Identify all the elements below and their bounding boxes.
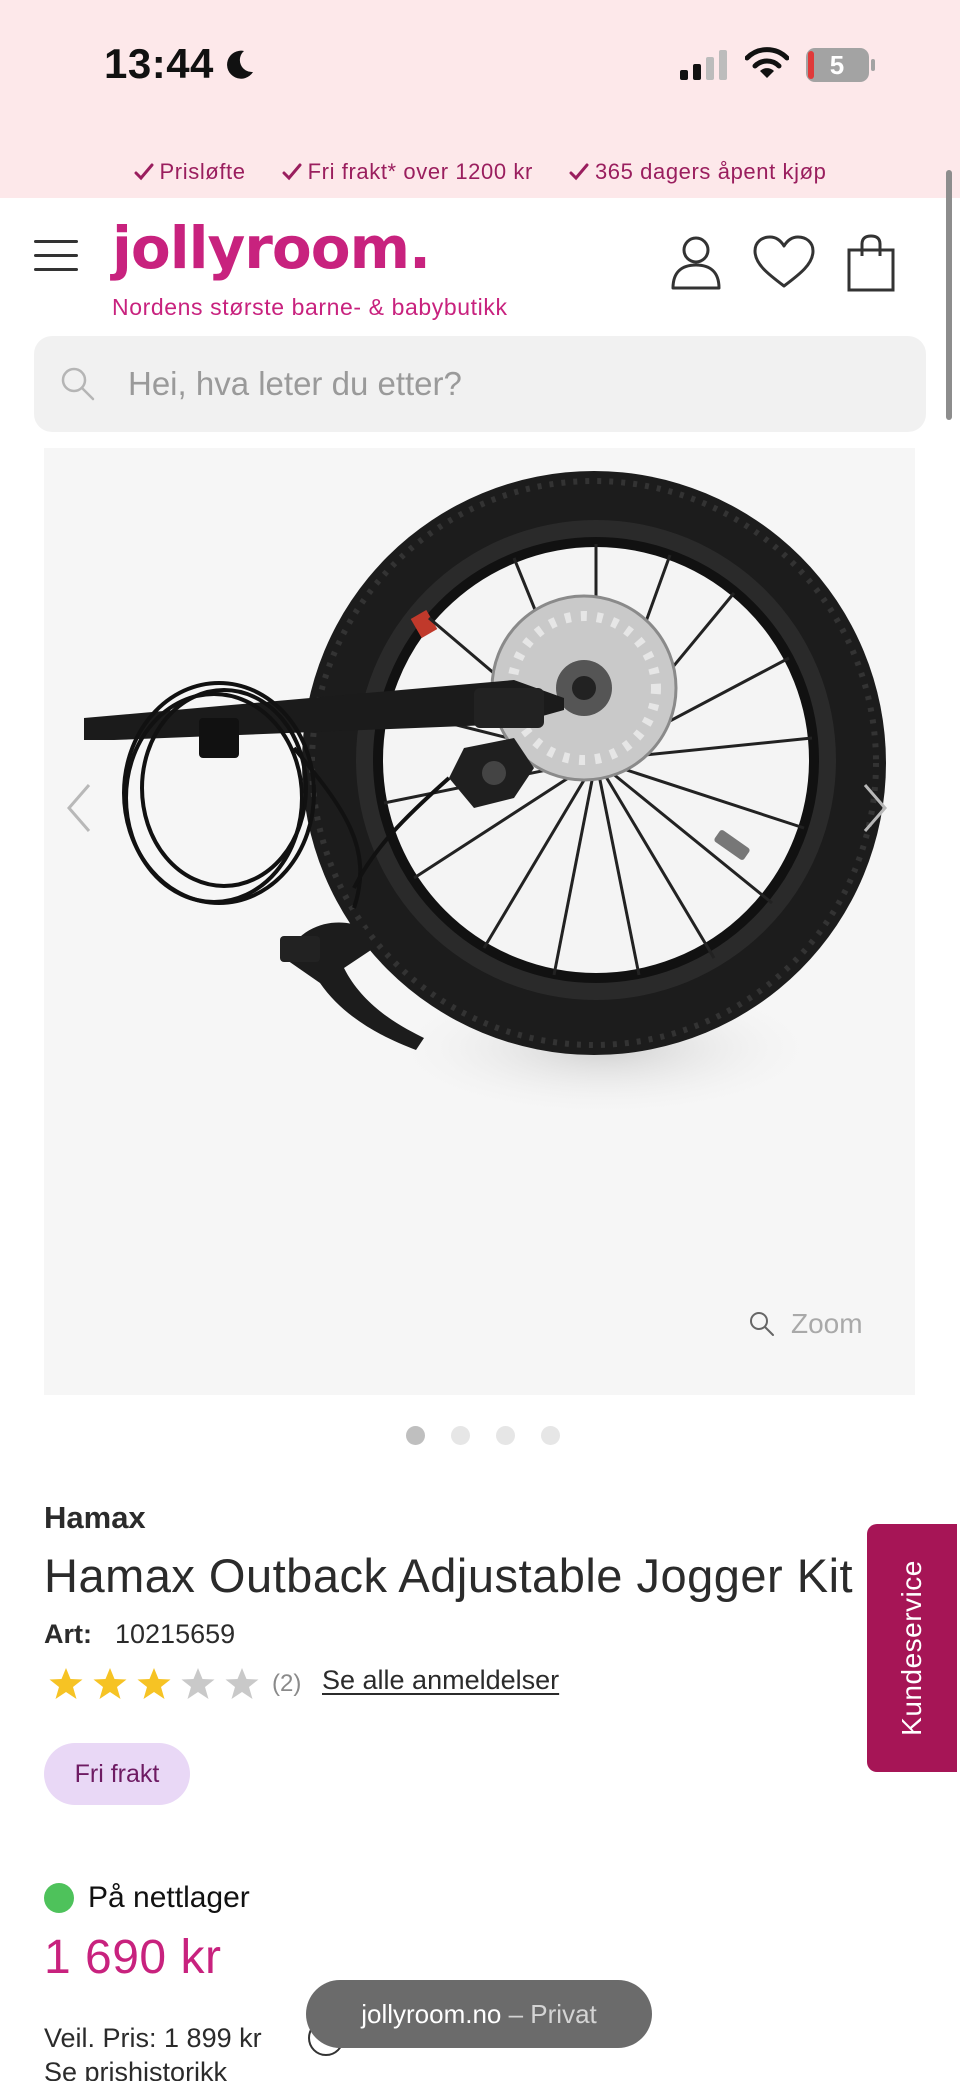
stock-status: På nettlager xyxy=(88,1881,250,1914)
usp-item: Fri frakt* over 1200 kr xyxy=(282,159,533,185)
usp-item: Prisløfte xyxy=(134,159,246,185)
article-number: 10215659 xyxy=(115,1619,236,1649)
star-empty-icon xyxy=(181,1668,215,1699)
product-title: Hamax Outback Adjustable Jogger Kit xyxy=(44,1549,854,1602)
zoom-icon xyxy=(750,1312,774,1336)
site-tagline: Nordens største barne- & babybutikk xyxy=(112,294,508,320)
status-bar: 13:44 5 xyxy=(0,0,960,145)
product-brand[interactable]: Hamax xyxy=(44,1500,146,1536)
usp-label: Fri frakt* over 1200 kr xyxy=(307,158,533,184)
product-price: 1 690 kr xyxy=(44,1931,222,1984)
prev-image-arrow[interactable] xyxy=(66,783,92,833)
browsing-mode: – Privat xyxy=(501,1999,597,2029)
product-image[interactable] xyxy=(44,448,915,1395)
star-filled-icon xyxy=(137,1668,171,1699)
page-scrollbar[interactable] xyxy=(946,170,952,420)
gallery-dot[interactable] xyxy=(541,1426,560,1445)
wifi-icon xyxy=(745,47,789,78)
article-label: Art: xyxy=(44,1619,92,1649)
usp-item: 365 dagers åpent kjøp xyxy=(569,159,827,185)
bag-icon[interactable] xyxy=(846,234,896,292)
gallery-dot[interactable] xyxy=(451,1426,470,1445)
signal-icon xyxy=(680,50,727,80)
usp-strip: Prisløfte Fri frakt* over 1200 kr 365 da… xyxy=(0,145,960,198)
review-count: (2) xyxy=(272,1670,302,1697)
free-shipping-badge: Fri frakt xyxy=(44,1743,190,1805)
url-domain: jollyroom.no xyxy=(361,1999,502,2029)
status-time: 13:44 xyxy=(104,40,214,87)
gallery-dot[interactable] xyxy=(406,1426,425,1445)
heart-icon[interactable] xyxy=(752,234,816,290)
zoom-label: Zoom xyxy=(791,1308,863,1339)
battery-level: 5 xyxy=(829,50,845,80)
price-history-link[interactable]: Se prishistorikk xyxy=(44,2057,227,2081)
gallery-dot[interactable] xyxy=(496,1426,515,1445)
product-gallery[interactable]: Zoom xyxy=(44,448,915,1395)
site-header: jollyroom. Nordens største barne- & baby… xyxy=(0,198,960,326)
zoom-button[interactable]: Zoom xyxy=(749,1308,863,1340)
search-input[interactable] xyxy=(128,336,908,432)
recommended-price: Veil. Pris: 1 899 kr xyxy=(44,2023,262,2053)
stock-status-icon xyxy=(44,1883,74,1913)
see-all-reviews-link[interactable]: Se alle anmeldelser xyxy=(322,1665,559,1696)
customer-service-tab[interactable]: Kundeservice xyxy=(867,1524,957,1772)
star-empty-icon xyxy=(225,1668,259,1699)
customer-service-label: Kundeservice xyxy=(896,1560,927,1736)
usp-label: 365 dagers åpent kjøp xyxy=(594,158,827,184)
next-image-arrow[interactable] xyxy=(862,783,888,833)
moon-icon xyxy=(227,50,253,79)
star-filled-icon xyxy=(49,1668,83,1699)
usp-label: Prisløfte xyxy=(159,158,246,184)
menu-icon[interactable] xyxy=(34,240,78,272)
site-logo[interactable]: jollyroom. xyxy=(112,214,431,282)
star-filled-icon xyxy=(93,1668,127,1699)
browser-url-bar[interactable]: jollyroom.no – Privat xyxy=(306,1980,652,2048)
account-icon[interactable] xyxy=(668,234,724,290)
check-icon xyxy=(282,163,302,180)
rating-stars[interactable] xyxy=(48,1667,260,1701)
gallery-pagination xyxy=(0,1426,960,1445)
check-icon xyxy=(569,163,589,180)
check-icon xyxy=(134,163,154,180)
search-icon xyxy=(61,367,95,401)
search-box xyxy=(34,336,926,432)
